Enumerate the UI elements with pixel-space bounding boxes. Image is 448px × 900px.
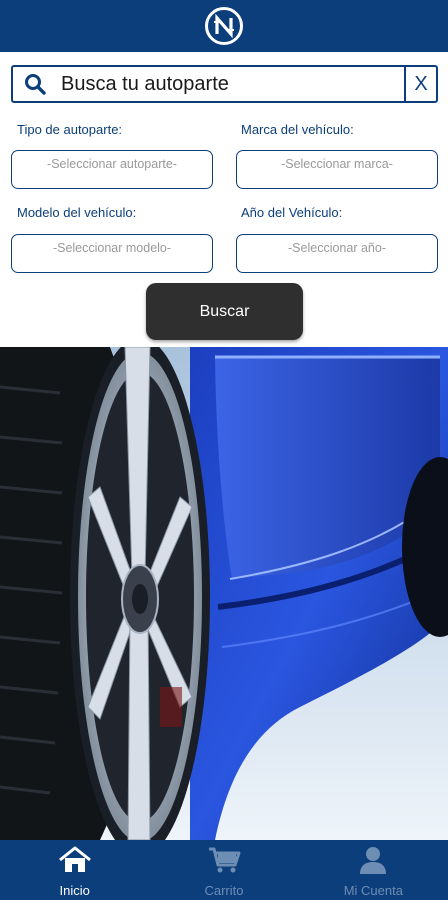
model-label: Modelo del vehículo: <box>17 205 137 220</box>
year-placeholder: -Seleccionar año- <box>288 241 386 255</box>
part-type-placeholder: -Seleccionar autoparte- <box>47 157 177 171</box>
brand-label: Marca del vehículo: <box>241 122 354 137</box>
top-bar <box>0 0 448 52</box>
year-label: Año del Vehículo: <box>241 205 343 220</box>
year-select[interactable]: -Seleccionar año- <box>236 234 438 273</box>
cart-icon <box>207 846 241 879</box>
clear-search-button[interactable]: X <box>404 67 436 101</box>
search-bar: X <box>11 65 438 103</box>
part-type-label: Tipo de autoparte: <box>17 122 123 137</box>
nav-label-inicio: Inicio <box>59 883 90 898</box>
brand-select[interactable]: -Seleccionar marca- <box>236 150 438 189</box>
n-logo-icon[interactable] <box>205 7 243 45</box>
search-button[interactable]: Buscar <box>146 283 303 340</box>
bottom-nav: Inicio Carrito Mi Cuenta <box>0 840 448 900</box>
nav-label-carrito: Carrito <box>204 883 244 898</box>
home-icon <box>58 846 92 879</box>
nav-label-mi-cuenta: Mi Cuenta <box>343 883 403 898</box>
nav-item-carrito[interactable]: Carrito <box>149 840 298 900</box>
search-input[interactable] <box>57 67 404 101</box>
nav-item-inicio[interactable]: Inicio <box>0 840 149 900</box>
nav-item-mi-cuenta[interactable]: Mi Cuenta <box>299 840 448 900</box>
brand-placeholder: -Seleccionar marca- <box>281 157 393 171</box>
part-type-select[interactable]: -Seleccionar autoparte- <box>11 150 213 189</box>
user-icon <box>356 846 390 879</box>
magnifier-icon[interactable] <box>13 67 57 101</box>
hero-car-image <box>0 347 448 840</box>
model-placeholder: -Seleccionar modelo- <box>52 241 172 255</box>
model-select[interactable]: -Seleccionar modelo- <box>11 234 213 273</box>
